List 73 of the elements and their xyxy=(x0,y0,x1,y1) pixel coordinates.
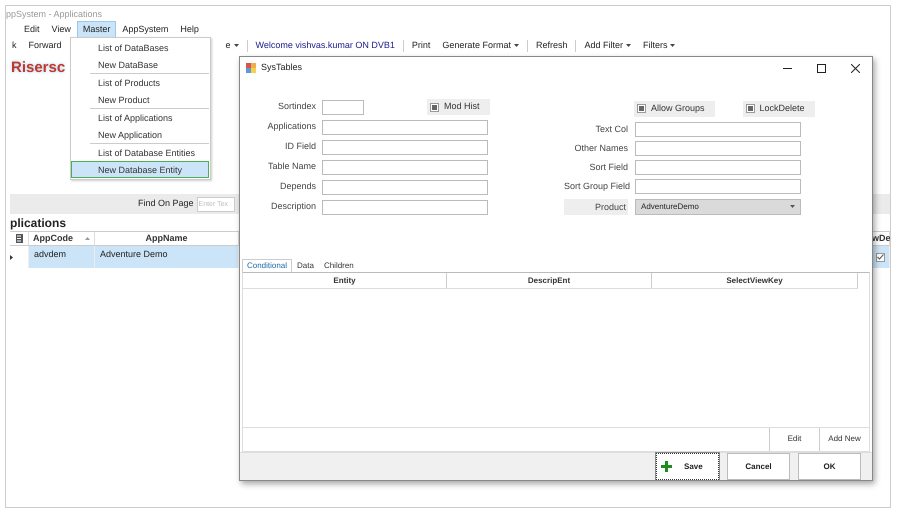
save-button[interactable]: Save xyxy=(656,453,719,480)
maximize-icon xyxy=(816,64,826,72)
dialog-title: SysTables xyxy=(261,61,302,74)
dropdown-field[interactable]: AdventureDemo xyxy=(635,198,801,214)
menu-item[interactable]: New DataBase xyxy=(71,56,209,73)
checkbox[interactable]: LockDelete xyxy=(742,100,815,116)
toolbar-button[interactable]: k xyxy=(6,39,22,53)
row-pointer-icon xyxy=(10,254,13,260)
menu-item[interactable]: List of DataBases xyxy=(71,39,209,56)
dropdown-button[interactable]: e xyxy=(220,39,245,53)
tab[interactable]: Conditional xyxy=(242,258,292,272)
menu-item[interactable]: New Application xyxy=(71,126,209,143)
input-field[interactable] xyxy=(322,100,364,114)
input-field[interactable] xyxy=(322,180,488,194)
column-header[interactable]: Entity xyxy=(243,272,447,289)
plus-icon xyxy=(661,461,672,472)
table-cell: advdem xyxy=(29,246,95,268)
search-label: Find On Page xyxy=(138,197,195,210)
welcome-text: Welcome vishvas.kumar ON DVB1 xyxy=(254,39,396,52)
input-field[interactable] xyxy=(635,141,801,156)
toolbar-button[interactable]: Print xyxy=(406,39,436,53)
field-label: Depends xyxy=(278,180,317,194)
toolbar-button[interactable]: Forward xyxy=(22,39,68,53)
caret-icon xyxy=(626,44,631,48)
tab[interactable]: Data xyxy=(292,258,319,272)
menu-item[interactable]: New Product xyxy=(71,91,209,108)
dialog-button[interactable]: Cancel xyxy=(727,453,790,480)
caret-icon xyxy=(790,205,795,208)
input-field[interactable] xyxy=(635,160,801,175)
field-label: Sort Group Field xyxy=(564,180,628,193)
field-label: Other Names xyxy=(573,142,628,155)
menu-item[interactable]: Help xyxy=(174,21,205,39)
menu-item[interactable]: List of Database Entities xyxy=(71,144,209,161)
caret-icon xyxy=(514,44,519,48)
field-label: Table Name xyxy=(266,160,317,174)
checkbox[interactable]: Mod Hist xyxy=(427,99,490,115)
menu-item[interactable]: List of Products xyxy=(71,74,209,91)
menu-item[interactable]: View xyxy=(46,21,77,39)
checkbox[interactable]: Allow Groups xyxy=(634,100,715,116)
close-icon xyxy=(850,64,860,72)
input-field[interactable] xyxy=(635,122,801,137)
input-field[interactable] xyxy=(322,120,488,134)
input-field[interactable] xyxy=(322,160,488,174)
column-chooser-icon[interactable] xyxy=(16,234,22,243)
dialog-button[interactable]: OK xyxy=(798,453,861,480)
window-title: ppSystem - Applications xyxy=(6,8,104,21)
dropdown-button[interactable]: Generate Format xyxy=(436,39,525,53)
input-field[interactable] xyxy=(322,200,488,214)
tab[interactable]: Children xyxy=(318,258,359,272)
logo: Risersc xyxy=(11,58,66,78)
toolbar-button[interactable]: Refresh xyxy=(530,39,574,53)
app-icon xyxy=(246,63,256,73)
column-header[interactable]: DescripEnt xyxy=(447,272,652,289)
field-label: Description xyxy=(270,200,317,214)
menu-item[interactable]: List of Applications xyxy=(71,109,209,126)
checkbox[interactable] xyxy=(876,252,885,262)
field-label: Text Col xyxy=(594,122,628,136)
caret-icon xyxy=(234,44,239,48)
column-header[interactable]: SelectViewKey xyxy=(652,272,858,289)
menu-item[interactable]: AppSystem xyxy=(116,21,174,39)
input-field[interactable] xyxy=(635,179,801,194)
menu-item[interactable]: Edit xyxy=(18,21,46,39)
field-label: ID Field xyxy=(284,140,317,154)
table-cell: Adventure Demo xyxy=(95,246,239,268)
caret-icon xyxy=(670,44,676,48)
field-label: Applications xyxy=(266,120,317,134)
dropdown-button[interactable]: Filters xyxy=(636,39,682,53)
input-field[interactable] xyxy=(322,140,488,154)
dropdown-button[interactable]: Add Filter xyxy=(578,39,637,53)
menu-item[interactable]: New Database Entity xyxy=(71,161,209,178)
field-label: Sort Field xyxy=(588,160,628,174)
field-label: Sortindex xyxy=(276,100,317,114)
field-label: Product xyxy=(564,198,628,214)
